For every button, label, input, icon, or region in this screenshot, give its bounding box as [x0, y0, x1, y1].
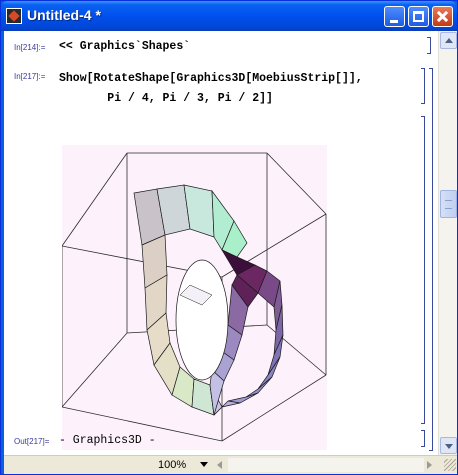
mathematica-app-icon[interactable]: [6, 8, 22, 24]
scroll-right-icon[interactable]: [427, 461, 432, 469]
cell-label-in-217: In[217]:=: [14, 72, 46, 81]
cell-label-in-214: In[214]:=: [14, 43, 46, 52]
cell-bracket-217-graphic[interactable]: [421, 116, 425, 424]
resize-grip-icon[interactable]: [444, 459, 456, 471]
cell-input-show-rotate[interactable]: Show[RotateShape[Graphics3D[MoebiusStrip…: [59, 69, 363, 109]
moebius-strip-image: [61, 152, 327, 442]
arrow-down-icon: [445, 444, 453, 449]
scroll-left-icon[interactable]: [217, 461, 222, 469]
cell-input-load-package[interactable]: << Graphics`Shapes`: [59, 40, 190, 53]
arrow-up-icon: [445, 38, 453, 43]
close-icon: [433, 7, 452, 26]
title-bar[interactable]: Untitled-4 *: [1, 1, 457, 31]
horizontal-scrollbar[interactable]: [228, 458, 424, 472]
cell-bracket-out-217[interactable]: [421, 430, 425, 447]
notebook-area[interactable]: In[214]:= << Graphics`Shapes` In[217]:= …: [4, 31, 438, 455]
status-bar: 100%: [4, 455, 457, 474]
vertical-scrollbar[interactable]: [438, 31, 457, 455]
application-window: Untitled-4 * In[214]:= << Graphics`Shape…: [0, 0, 458, 475]
scroll-down-button[interactable]: [440, 437, 457, 454]
graphics3d-output[interactable]: [61, 145, 327, 450]
cell-group-bracket[interactable]: [429, 68, 433, 451]
zoom-dropdown-icon[interactable]: [200, 462, 208, 467]
cell-bracket-214[interactable]: [427, 37, 431, 54]
zoom-level[interactable]: 100%: [158, 459, 186, 471]
close-button[interactable]: [432, 6, 453, 27]
cell-output-graphics3d[interactable]: - Graphics3D -: [59, 434, 156, 447]
window-title: Untitled-4 *: [27, 7, 101, 23]
cell-label-out-217: Out[217]=: [14, 437, 50, 446]
cell-bracket-217-input[interactable]: [421, 68, 425, 104]
scroll-up-button[interactable]: [440, 32, 457, 49]
minimize-icon: [390, 20, 398, 23]
maximize-icon: [413, 11, 424, 22]
maximize-button[interactable]: [408, 6, 429, 27]
minimize-button[interactable]: [384, 6, 405, 27]
scroll-thumb[interactable]: [440, 190, 457, 218]
